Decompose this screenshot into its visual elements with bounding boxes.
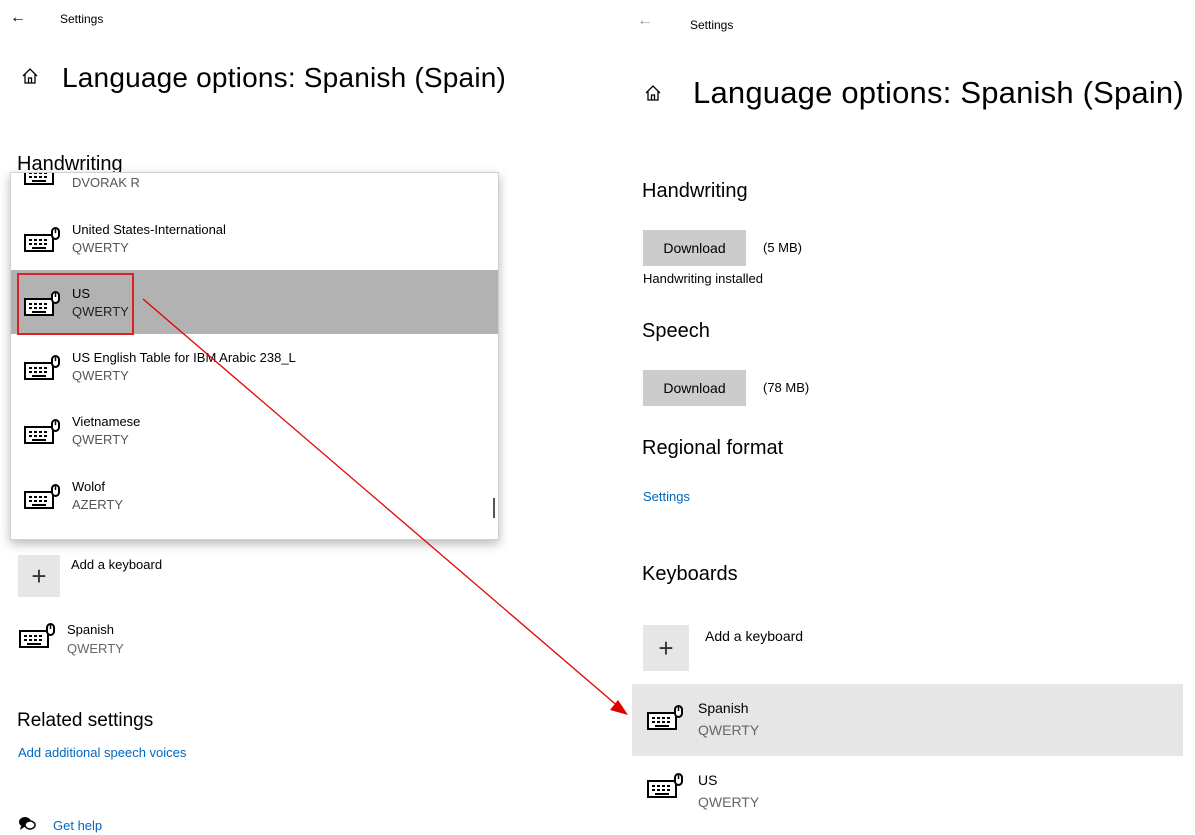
add-keyboard-label: Add a keyboard — [71, 557, 163, 572]
keyboard-name: US — [698, 772, 718, 788]
dropdown-item-name: United States-International — [72, 222, 226, 237]
keyboard-icon — [19, 623, 55, 648]
dropdown-item-layout: QWERTY — [72, 432, 129, 447]
keyboard-name: Spanish — [698, 700, 749, 716]
handwriting-download-button[interactable]: Download — [643, 230, 746, 266]
keyboard-name: Spanish — [67, 622, 114, 637]
dropdown-item[interactable]: United States-International QWERTY — [11, 206, 498, 270]
add-speech-voices-link[interactable]: Add additional speech voices — [18, 745, 186, 760]
dropdown-item[interactable]: DVORAK R — [11, 173, 498, 209]
page-title: Language options: Spanish (Spain) — [693, 75, 1184, 110]
add-keyboard-button[interactable]: + — [643, 625, 689, 671]
related-settings-heading: Related settings — [17, 710, 154, 731]
keyboard-picker-dropdown[interactable]: DVORAK R United States-International QWE… — [10, 172, 499, 540]
page-title: Language options: Spanish (Spain) — [62, 62, 507, 93]
regional-format-settings-link[interactable]: Settings — [643, 489, 690, 504]
keyboard-row[interactable]: US QWERTY — [632, 760, 1183, 820]
speech-size: (78 MB) — [763, 380, 810, 395]
dropdown-item-layout: QWERTY — [72, 240, 129, 255]
keyboard-icon — [24, 173, 54, 185]
keyboard-layout: QWERTY — [698, 794, 760, 810]
add-keyboard-label: Add a keyboard — [705, 628, 804, 644]
handwriting-heading: Handwriting — [642, 180, 748, 202]
keyboard-icon — [24, 355, 60, 380]
keyboards-heading: Keyboards — [642, 563, 738, 585]
add-keyboard-button[interactable]: + — [18, 555, 60, 597]
dropdown-item[interactable]: Wolof AZERTY — [11, 463, 498, 527]
dropdown-scrollbar[interactable] — [493, 498, 495, 518]
keyboard-layout: QWERTY — [698, 722, 760, 738]
keyboard-row-highlighted[interactable]: Spanish QWERTY — [632, 684, 1183, 756]
keyboard-icon — [24, 484, 60, 509]
back-arrow-icon[interactable]: ← — [637, 13, 653, 29]
plus-icon: + — [658, 633, 674, 663]
home-icon — [645, 85, 661, 101]
plus-icon: + — [31, 561, 47, 591]
dropdown-item-layout: DVORAK R — [72, 175, 140, 190]
dropdown-item[interactable]: Vietnamese QWERTY — [11, 398, 498, 462]
dropdown-item-layout: AZERTY — [72, 497, 124, 512]
dropdown-item-name: US English Table for IBM Arabic 238_L — [72, 350, 296, 365]
annotation-highlight-box — [17, 273, 134, 335]
keyboard-icon — [647, 773, 683, 798]
handwriting-size: (5 MB) — [763, 240, 802, 255]
dropdown-item[interactable]: US English Table for IBM Arabic 238_L QW… — [11, 334, 498, 398]
home-icon — [22, 68, 38, 84]
dropdown-item-layout: QWERTY — [72, 368, 129, 383]
app-title: Settings — [690, 18, 734, 32]
regional-format-heading: Regional format — [642, 437, 784, 459]
dropdown-item-name: Wolof — [72, 479, 105, 494]
keyboard-icon — [647, 705, 683, 730]
get-help-link[interactable]: Get help — [53, 818, 102, 833]
keyboard-layout: QWERTY — [67, 641, 124, 656]
keyboard-icon — [24, 227, 60, 252]
dropdown-item-name: Vietnamese — [72, 414, 141, 429]
back-arrow-icon[interactable]: ← — [10, 10, 26, 26]
handwriting-status: Handwriting installed — [643, 271, 763, 286]
app-title: Settings — [60, 12, 104, 26]
right-settings-panel: ← Settings Language options: Spanish (Sp… — [625, 0, 1195, 835]
keyboard-icon — [24, 419, 60, 444]
speech-heading: Speech — [642, 320, 710, 342]
speech-download-button[interactable]: Download — [643, 370, 746, 406]
get-help-icon — [19, 817, 36, 830]
left-settings-panel: ← Settings Language options: Spanish (Sp… — [0, 0, 620, 835]
